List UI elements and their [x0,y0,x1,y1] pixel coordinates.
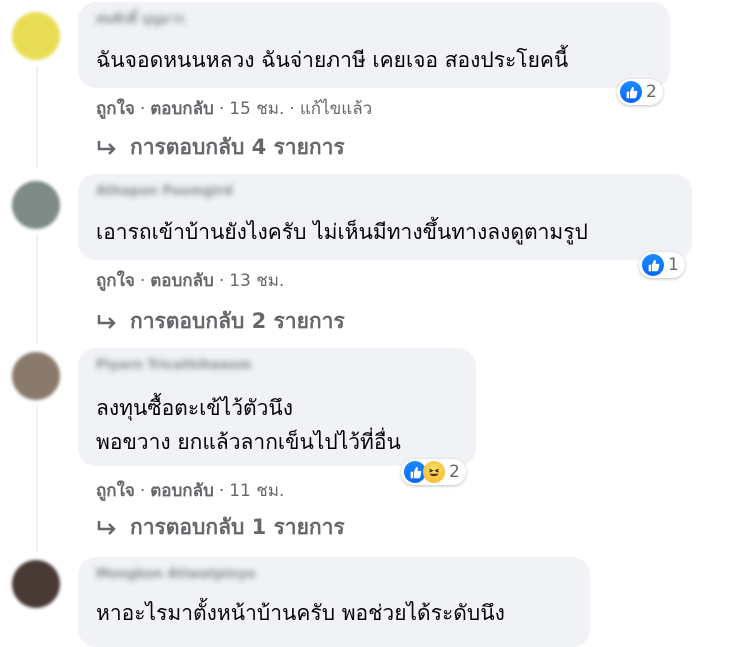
edited-label[interactable]: แก้ไขแล้ว [300,95,372,122]
view-replies-button[interactable]: การตอบกลับ 1 รายการ [96,511,345,544]
view-replies-button[interactable]: การตอบกลับ 4 รายการ [96,131,345,164]
view-replies-label: การตอบกลับ 4 รายการ [130,135,345,159]
timestamp[interactable]: 15 ชม. [229,95,284,122]
like-icon [642,254,664,276]
comment-bubble: Mongkon Atiwatpinyo หาอะไรมาตั้งหน้าบ้าน… [78,557,590,647]
avatar[interactable] [12,352,60,400]
comment-author[interactable]: สมศักดิ์ บุญมาก [96,12,185,28]
haha-icon [423,461,445,483]
separator: · [139,270,146,291]
comment-actions: ถูกใจ · ตอบกลับ · 11 ชม. [96,477,284,504]
like-button[interactable]: ถูกใจ [96,267,135,294]
thread-line [36,406,38,552]
view-replies-button[interactable]: การตอบกลับ 2 รายการ [96,305,345,338]
thread-line [36,234,38,344]
reaction-summary[interactable]: 1 [639,252,685,278]
reply-button[interactable]: ตอบกลับ [150,477,214,504]
comment-author[interactable]: Athapon Poomgird [96,184,233,200]
comment-actions: ถูกใจ · ตอบกลับ · 15 ชม. · แก้ไขแล้ว [96,95,372,122]
comment-text: ลงทุนซื้อตะเข้ไว้ตัวนึง [96,396,294,420]
reaction-summary[interactable]: 2 [401,459,466,485]
comment-bubble: Piyarn Tricathiheeom ลงทุนซื้อตะเข้ไว้ตั… [78,348,476,466]
separator: · [289,98,295,119]
separator: · [139,480,146,501]
comment-bubble: Athapon Poomgird เอารถเข้าบ้านยังไงครับ … [78,174,692,260]
avatar[interactable] [12,12,60,60]
like-icon [620,81,642,103]
reply-arrow-icon [96,313,118,331]
timestamp[interactable]: 13 ชม. [229,267,284,294]
separator: · [218,270,225,291]
reaction-count: 1 [668,255,679,275]
comment-text: พอขวาง ยกแล้วลากเข็นไปไว้ที่อื่น [96,430,401,454]
thread-line [36,66,38,168]
avatar[interactable] [12,560,60,608]
like-button[interactable]: ถูกใจ [96,95,135,122]
reaction-summary[interactable]: 2 [617,79,663,105]
comment-text: เอารถเข้าบ้านยังไงครับ ไม่เห็นมีทางขึ้นท… [96,220,588,244]
reply-button[interactable]: ตอบกลับ [150,95,214,122]
separator: · [218,480,225,501]
avatar[interactable] [12,181,60,229]
comment-author[interactable]: Piyarn Tricathiheeom [96,358,252,374]
reaction-count: 2 [646,82,657,102]
separator: · [139,98,146,119]
reaction-count: 2 [449,462,460,482]
reply-arrow-icon [96,139,118,157]
comment-text: ฉันจอดหนนหลวง ฉันจ่ายภาษี เคยเจอ สองประโ… [96,48,569,72]
comment-actions: ถูกใจ · ตอบกลับ · 13 ชม. [96,267,284,294]
reply-button[interactable]: ตอบกลับ [150,267,214,294]
separator: · [218,98,225,119]
view-replies-label: การตอบกลับ 2 รายการ [130,309,345,333]
like-button[interactable]: ถูกใจ [96,477,135,504]
comment-bubble: สมศักดิ์ บุญมาก ฉันจอดหนนหลวง ฉันจ่ายภาษ… [78,2,670,88]
view-replies-label: การตอบกลับ 1 รายการ [130,515,345,539]
comment-author[interactable]: Mongkon Atiwatpinyo [96,567,256,583]
reply-arrow-icon [96,519,118,537]
timestamp[interactable]: 11 ชม. [229,477,284,504]
comment-text: หาอะไรมาตั้งหน้าบ้านครับ พอช่วยได้ระดับน… [96,601,505,625]
